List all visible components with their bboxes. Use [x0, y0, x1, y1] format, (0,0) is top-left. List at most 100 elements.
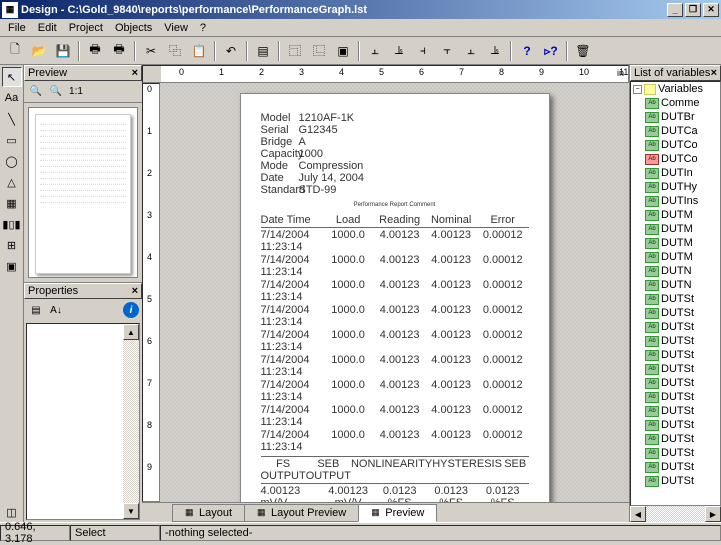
- save-icon[interactable]: 💾: [52, 40, 74, 62]
- text-tool-icon[interactable]: Aa: [2, 88, 22, 108]
- main-toolbar: 🗋 📂 💾 🖶 🖶 ✂ ⿻ 📋 ↶ ▤ ⿹ ⿺ ▣ ⫠ ⫡ ⫞ ⫟ ⫠ ⫡ ? …: [0, 37, 721, 65]
- align-left-icon[interactable]: ⫠: [364, 40, 386, 62]
- layout-tab-icon: ▦: [185, 507, 196, 518]
- menu-help[interactable]: ?: [194, 20, 212, 36]
- variable-item[interactable]: AbDUTCa: [631, 124, 720, 138]
- tab-preview[interactable]: ▦Preview: [358, 504, 437, 522]
- context-help-icon[interactable]: ▹?: [540, 40, 562, 62]
- zoom-fit-icon[interactable]: 1:1: [67, 83, 85, 101]
- variable-item[interactable]: AbDUTSt: [631, 292, 720, 306]
- align-middle-icon[interactable]: ⫠: [460, 40, 482, 62]
- variable-item[interactable]: AbDUTSt: [631, 390, 720, 404]
- variable-item[interactable]: AbDUTBr: [631, 110, 720, 124]
- variable-item[interactable]: AbDUTIns: [631, 194, 720, 208]
- variable-item[interactable]: AbDUTSt: [631, 474, 720, 488]
- variable-item[interactable]: AbDUTSt: [631, 362, 720, 376]
- ungroup-icon[interactable]: ⿺: [308, 40, 330, 62]
- align-icon[interactable]: ▤: [252, 40, 274, 62]
- ellipse-tool-icon[interactable]: ◯: [2, 151, 22, 171]
- variable-item[interactable]: AbDUTM: [631, 250, 720, 264]
- polygon-tool-icon[interactable]: △: [2, 172, 22, 192]
- help-icon[interactable]: ?: [516, 40, 538, 62]
- variable-item[interactable]: AbDUTM: [631, 222, 720, 236]
- maximize-button[interactable]: ❐: [685, 3, 701, 17]
- scroll-down-icon[interactable]: ▼: [123, 503, 139, 519]
- variable-item[interactable]: AbDUTSt: [631, 376, 720, 390]
- new-icon[interactable]: 🗋: [4, 40, 26, 62]
- align-center-icon[interactable]: ⫡: [388, 40, 410, 62]
- report-page[interactable]: Model1210AF-1KSerialG12345BridgeACapacit…: [240, 93, 550, 502]
- preview-tab-icon: ▦: [371, 507, 382, 518]
- align-top-icon[interactable]: ⫟: [436, 40, 458, 62]
- ruler-horizontal[interactable]: 01234567891011 in: [142, 65, 629, 83]
- variables-tree[interactable]: −VariablesAbCommeAbDUTBrAbDUTCaAbDUTCoAb…: [630, 81, 721, 506]
- line-tool-icon[interactable]: ╲: [2, 109, 22, 129]
- scroll-left-icon[interactable]: ◀: [630, 506, 646, 522]
- group-icon[interactable]: ⿹: [284, 40, 306, 62]
- minimize-button[interactable]: _: [667, 3, 683, 17]
- preview-close-icon[interactable]: ×: [132, 67, 138, 79]
- close-button[interactable]: ✕: [703, 3, 719, 17]
- variable-item[interactable]: AbDUTSt: [631, 334, 720, 348]
- variable-item[interactable]: AbDUTCo: [631, 152, 720, 166]
- variable-item[interactable]: AbDUTN: [631, 264, 720, 278]
- properties-list[interactable]: ▲ ▼: [26, 323, 140, 520]
- sort-az-icon[interactable]: A↓: [47, 301, 65, 319]
- preview-thumbnail[interactable]: [28, 107, 138, 278]
- scroll-up-icon[interactable]: ▲: [123, 324, 139, 340]
- variable-item[interactable]: AbDUTSt: [631, 306, 720, 320]
- variable-item[interactable]: AbDUTSt: [631, 460, 720, 474]
- variable-item[interactable]: AbDUTSt: [631, 418, 720, 432]
- align-bottom-icon[interactable]: ⫡: [484, 40, 506, 62]
- copy-icon[interactable]: ⿻: [164, 40, 186, 62]
- variable-item[interactable]: AbDUTSt: [631, 320, 720, 334]
- variable-item[interactable]: AbDUTSt: [631, 446, 720, 460]
- cut-icon[interactable]: ✂: [140, 40, 162, 62]
- variable-item[interactable]: AbDUTSt: [631, 348, 720, 362]
- menu-view[interactable]: View: [158, 20, 194, 36]
- variable-item[interactable]: AbDUTM: [631, 236, 720, 250]
- barcode-tool-icon[interactable]: ▮▯▮: [2, 214, 22, 234]
- categorize-icon[interactable]: ▤: [27, 301, 45, 319]
- variable-item[interactable]: AbComme: [631, 96, 720, 110]
- select-tool-icon[interactable]: ↖: [2, 67, 22, 87]
- variables-close-icon[interactable]: ×: [711, 67, 717, 79]
- tab-layout[interactable]: ▦Layout: [172, 504, 245, 522]
- variable-item[interactable]: AbDUTN: [631, 278, 720, 292]
- print-icon[interactable]: 🖶: [84, 40, 106, 62]
- preview-panel-header: Preview ×: [24, 65, 142, 81]
- variable-item[interactable]: AbDUTHy: [631, 180, 720, 194]
- properties-scrollbar[interactable]: ▲ ▼: [123, 324, 139, 519]
- variable-item[interactable]: AbDUTCo: [631, 138, 720, 152]
- variable-item[interactable]: AbDUTSt: [631, 404, 720, 418]
- variable-item[interactable]: AbDUTIn: [631, 166, 720, 180]
- menu-objects[interactable]: Objects: [109, 20, 158, 36]
- variables-hscroll[interactable]: ◀ ▶: [630, 506, 721, 522]
- menu-file[interactable]: File: [2, 20, 32, 36]
- variables-title: List of variables: [634, 67, 710, 79]
- delete-icon[interactable]: 🗑: [572, 40, 594, 62]
- undo-icon[interactable]: ↶: [220, 40, 242, 62]
- image-tool-icon[interactable]: ▦: [2, 193, 22, 213]
- tab-layout-preview[interactable]: ▦Layout Preview: [244, 504, 359, 522]
- layer-tool-icon[interactable]: ◫: [2, 502, 22, 522]
- info-icon[interactable]: i: [123, 302, 139, 318]
- menu-project[interactable]: Project: [63, 20, 109, 36]
- rect-tool-icon[interactable]: ▭: [2, 130, 22, 150]
- open-icon[interactable]: 📂: [28, 40, 50, 62]
- front-icon[interactable]: ▣: [332, 40, 354, 62]
- zoom-out-icon[interactable]: 🔍: [47, 83, 65, 101]
- scroll-right-icon[interactable]: ▶: [705, 506, 721, 522]
- print-preview-icon[interactable]: 🖶: [108, 40, 130, 62]
- align-right-icon[interactable]: ⫞: [412, 40, 434, 62]
- variable-item[interactable]: AbDUTSt: [631, 432, 720, 446]
- canvas[interactable]: Model1210AF-1KSerialG12345BridgeACapacit…: [160, 83, 629, 502]
- menu-edit[interactable]: Edit: [32, 20, 63, 36]
- properties-close-icon[interactable]: ×: [132, 285, 138, 297]
- table-tool-icon[interactable]: ⊞: [2, 235, 22, 255]
- paste-icon[interactable]: 📋: [188, 40, 210, 62]
- zoom-in-icon[interactable]: 🔍: [27, 83, 45, 101]
- chart-tool-icon[interactable]: ▣: [2, 256, 22, 276]
- variable-item[interactable]: AbDUTM: [631, 208, 720, 222]
- ruler-vertical[interactable]: 012345678910: [142, 83, 160, 502]
